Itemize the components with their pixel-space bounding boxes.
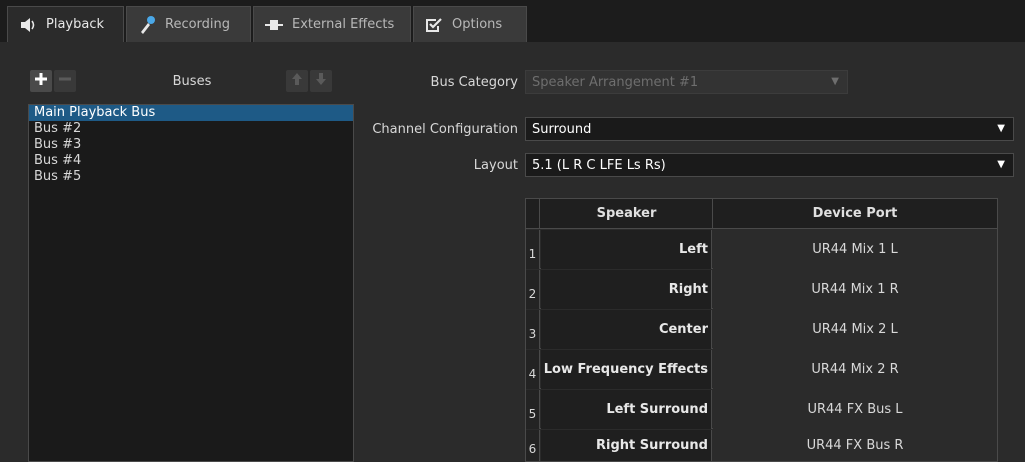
list-item[interactable]: Main Playback Bus [29,105,353,121]
row-number: 2 [526,270,540,309]
move-down-button[interactable] [310,70,332,92]
checkbox-icon [424,15,444,35]
buses-label: Buses [172,74,212,89]
tab-label: Options [452,17,503,32]
chevron-down-icon: ▼ [997,159,1005,170]
move-up-button[interactable] [286,70,308,92]
plus-icon [34,72,48,90]
device-port-cell[interactable]: UR44 Mix 1 L [713,230,997,269]
device-port-cell[interactable]: UR44 FX Bus R [713,430,997,461]
speaker-icon [18,15,38,35]
bus-category-select[interactable]: Speaker Arrangement #1 ▼ [525,70,848,94]
speaker-cell: Left Surround [541,390,712,429]
tab-options[interactable]: Options [413,6,527,42]
speaker-cell: Right [541,270,712,309]
tab-label: External Effects [292,17,395,32]
row-number: 5 [526,390,540,429]
table-row[interactable]: 1 Left UR44 Mix 1 L [526,230,997,269]
channel-configuration-label: Channel Configuration [372,122,518,137]
speaker-cell: Center [541,310,712,349]
device-port-cell[interactable]: UR44 FX Bus L [713,390,997,429]
channel-configuration-value: Surround [532,121,592,137]
device-port-cell[interactable]: UR44 Mix 1 R [713,270,997,309]
chevron-down-icon: ▼ [831,76,839,87]
layout-label: Layout [473,158,518,173]
plug-icon [264,15,284,35]
table-row[interactable]: 6 Right Surround UR44 FX Bus R [526,430,997,461]
column-header-speaker[interactable]: Speaker [541,199,713,229]
add-bus-button[interactable] [30,70,52,92]
list-item[interactable]: Bus #3 [29,137,353,153]
layout-value: 5.1 (L R C LFE Ls Rs) [532,157,666,173]
microphone-icon [137,15,157,35]
tab-label: Playback [46,17,105,32]
speaker-table: Speaker Device Port 1 Left UR44 Mix 1 L … [525,198,998,462]
arrow-up-icon [291,72,303,90]
device-port-cell[interactable]: UR44 Mix 2 L [713,310,997,349]
tab-external-effects[interactable]: External Effects [253,6,411,42]
table-row[interactable]: 2 Right UR44 Mix 1 R [526,270,997,309]
table-row[interactable]: 4 Low Frequency Effects UR44 Mix 2 R [526,350,997,389]
table-header: Speaker Device Port [526,199,997,229]
table-row[interactable]: 3 Center UR44 Mix 2 L [526,310,997,349]
row-number: 6 [526,430,540,461]
list-item[interactable]: Bus #4 [29,153,353,169]
chevron-down-icon: ▼ [997,123,1005,134]
header-corner [526,199,540,229]
bus-category-label: Bus Category [430,75,518,90]
arrow-down-icon [315,72,327,90]
row-number: 1 [526,230,540,269]
bus-category-value: Speaker Arrangement #1 [532,74,699,90]
list-item[interactable]: Bus #5 [29,169,353,185]
speaker-cell: Left [541,230,712,269]
speaker-cell: Right Surround [541,430,712,461]
speaker-cell: Low Frequency Effects [541,350,712,389]
row-number: 3 [526,310,540,349]
device-port-cell[interactable]: UR44 Mix 2 R [713,350,997,389]
row-number: 4 [526,350,540,389]
tab-recording[interactable]: Recording [126,6,251,42]
remove-bus-button[interactable] [54,70,76,92]
tab-label: Recording [165,17,231,32]
list-item[interactable]: Bus #2 [29,121,353,137]
table-row[interactable]: 5 Left Surround UR44 FX Bus L [526,390,997,429]
bus-list[interactable]: Main Playback Bus Bus #2 Bus #3 Bus #4 B… [28,104,354,462]
layout-select[interactable]: 5.1 (L R C LFE Ls Rs) ▼ [525,153,1014,177]
minus-icon [58,72,72,90]
channel-configuration-select[interactable]: Surround ▼ [525,117,1014,141]
tab-playback[interactable]: Playback [7,6,124,42]
tab-bar: Playback Recording External Effects Opti… [0,0,1025,42]
column-header-device-port[interactable]: Device Port [713,199,997,229]
